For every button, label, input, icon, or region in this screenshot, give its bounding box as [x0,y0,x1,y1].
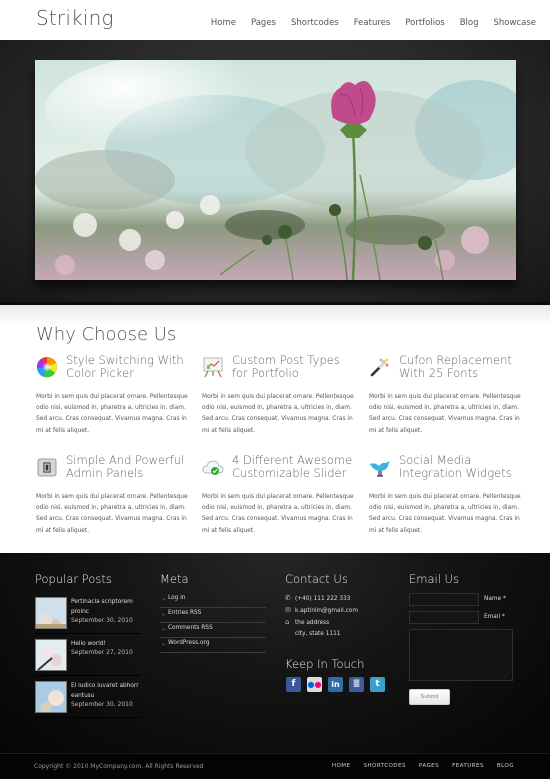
site-header: Striking Home Pages Shortcodes Features … [0,0,550,40]
meta-heading: Meta [160,572,189,586]
email-label: Email * [484,614,505,620]
facebook-icon[interactable]: f [286,677,301,692]
admin-panel-icon [36,456,58,478]
resize-grip-icon[interactable]: ⋰ [504,673,509,679]
meta-link-label[interactable]: Comments RSS [168,625,213,631]
site-logo[interactable]: Striking [36,6,114,30]
feature-body: Morbi in sem quis dui placerat ornare. P… [202,394,354,434]
easel-chart-icon [202,356,224,378]
feature-body: Morbi in sem quis dui placerat ornare. P… [36,394,188,434]
phone-icon: ✆ [285,594,291,602]
nav-features[interactable]: Features [354,18,391,28]
section-divider [0,305,550,325]
feature-body: Morbi in sem quis dui placerat ornare. P… [369,494,521,534]
footer-nav-pages[interactable]: PAGES [419,763,439,769]
nav-pages[interactable]: Pages [251,18,276,28]
email-input[interactable] [409,611,479,624]
flower-photo [35,60,516,280]
feature-title: 4 Different Awesome Customizable Slider [232,453,353,480]
contact-address: ⌂ the address [285,618,330,626]
meta-link-entries-rss[interactable]: » Entries RSS [160,608,266,623]
footer-nav-features[interactable]: FEATURES [452,763,484,769]
contact-phone: ✆ (+40) 111 222 333 [285,594,351,602]
copyright-text: Copyright © 2010 MyCompany.com. All Righ… [34,763,204,770]
post-thumbnail[interactable] [35,681,67,713]
nav-blog[interactable]: Blog [460,18,479,28]
bullet-icon: » [162,612,166,618]
magic-wand-icon [369,356,391,378]
bullet-icon: » [162,627,166,633]
twitter-bird-icon [369,456,391,478]
contact-address-city: city, state 1111 [295,631,341,637]
envelope-icon: ✉ [285,606,291,614]
feature-body: Morbi in sem quis dui placerat ornare. P… [202,494,354,534]
message-textarea[interactable]: ⋰ [409,629,513,681]
post-thumbnail[interactable] [35,639,67,671]
post-divider [35,717,141,718]
nav-shortcodes[interactable]: Shortcodes [291,18,339,28]
bullet-icon: » [162,597,166,603]
cloud-check-icon [202,456,224,478]
email-us-heading: Email Us [409,572,459,586]
bottom-bar: Copyright © 2010 MyCompany.com. All Righ… [0,753,550,779]
feature-body: Morbi in sem quis dui placerat ornare. P… [369,394,521,434]
feature-title: Style Switching With Color Picker [66,353,184,380]
popular-posts-heading: Popular Posts [35,572,112,586]
post-divider [35,675,141,676]
why-choose-us-heading: Why Choose Us [36,324,177,345]
footer-nav-shortcodes[interactable]: SHORTCODES [363,763,405,769]
post-date: September 30, 2010 [71,617,133,624]
nav-home[interactable]: Home [211,18,236,28]
slider-band [0,40,550,305]
post-title[interactable]: Hello world! [71,639,141,649]
post-divider [35,633,141,634]
myspace-icon[interactable]: ≣ [349,677,364,692]
linkedin-icon[interactable]: in [328,677,343,692]
feature-title: Social Media Integration Widgets [399,453,512,480]
feature-title: Simple And Powerful Admin Panels [66,453,185,480]
post-date: September 27, 2010 [71,649,133,656]
feature-title: Custom Post Types for Portfolio [232,353,340,380]
meta-link-label[interactable]: Log in [168,595,185,601]
meta-link-comments-rss[interactable]: » Comments RSS [160,623,266,638]
feature-body: Morbi in sem quis dui placerat ornare. P… [36,494,188,534]
footer-nav: HOME SHORTCODES PAGES FEATURES BLOG [319,763,514,769]
nav-portfolios[interactable]: Portfolios [405,18,444,28]
flickr-icon[interactable]: ●● [307,677,322,692]
bullet-icon: » [162,642,166,648]
meta-link-login[interactable]: » Log in [160,593,266,608]
footer-nav-home[interactable]: HOME [332,763,351,769]
color-wheel-icon [36,356,58,378]
keep-in-touch-heading: Keep In Touch [285,657,365,671]
footer-nav-blog[interactable]: BLOG [497,763,514,769]
meta-link-label[interactable]: WordPress.org [168,640,210,646]
post-thumbnail[interactable] [35,597,67,629]
name-label: Name * [484,596,506,602]
post-title[interactable]: Pertinacia scriptorem proinc [71,597,141,617]
submit-button[interactable]: Submit [409,689,450,705]
post-title[interactable]: Ei iudico iuvaret abhorr eantusu [71,681,141,701]
contact-us-heading: Contact Us [285,572,348,586]
meta-link-label[interactable]: Entries RSS [168,610,201,616]
contact-email[interactable]: ✉ k.aptinlin@gmail.com [285,606,358,614]
twitter-icon[interactable]: t [370,677,385,692]
slider-image[interactable] [35,60,516,280]
meta-link-wordpress[interactable]: » WordPress.org [160,638,266,653]
post-date: September 30, 2010 [71,701,133,708]
main-nav: Home Pages Shortcodes Features Portfolio… [196,18,536,28]
feature-title: Cufon Replacement With 25 Fonts [399,353,512,380]
home-icon: ⌂ [285,618,290,626]
name-input[interactable] [409,593,479,606]
nav-showcase[interactable]: Showcase [494,18,536,28]
